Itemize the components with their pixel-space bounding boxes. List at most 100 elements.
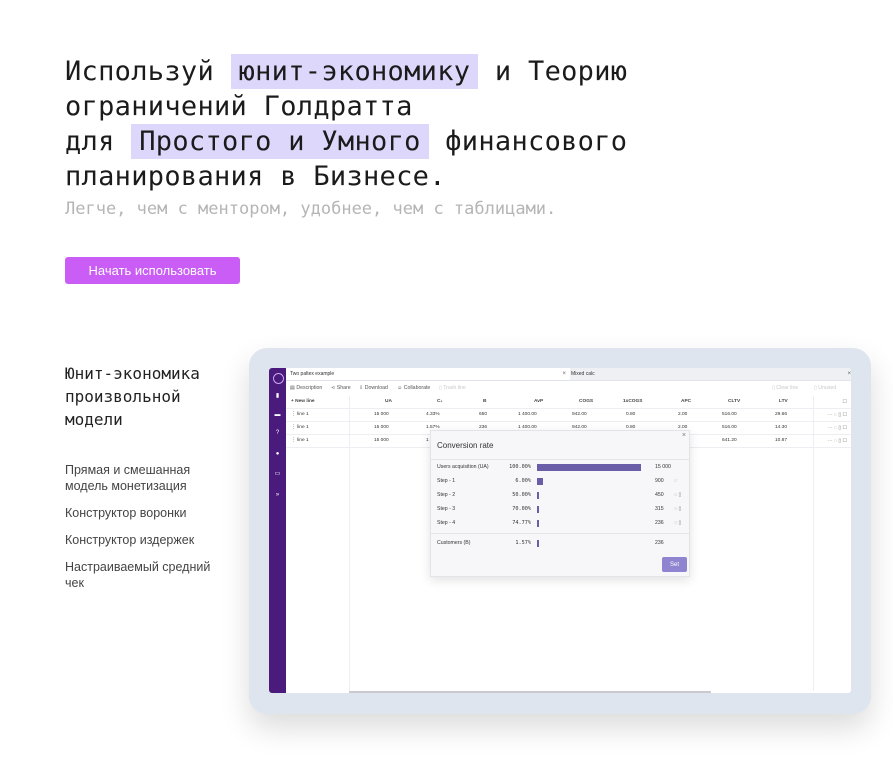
column-header[interactable]: C₁ [437,396,442,408]
user-icon[interactable]: ● [274,451,281,458]
close-icon[interactable]: × [562,368,566,380]
row-actions[interactable]: ⋯ ◌ ▯ ☐ [828,409,847,421]
hero-heading: Используй юнит-экономику и Теорию ограни… [65,54,685,194]
table-row[interactable]: ⋮ line 1 15 000 4.33% 650 1 400.00 942.0… [286,409,851,422]
start-using-button[interactable]: Начать использовать [65,257,240,284]
cell[interactable]: 15 000 [374,422,389,434]
funnel-label: Step - 1 [437,478,456,484]
cell[interactable]: 516.00 [722,409,737,421]
row-name[interactable]: ⋮ line 1 [291,435,309,447]
cell[interactable]: 2.00 [678,409,687,421]
cell[interactable]: 516.00 [722,422,737,434]
cell[interactable]: 15 000 [374,409,389,421]
close-icon[interactable]: × [682,432,686,439]
row-actions[interactable]: ⋯ ◌ ▯ ☐ [828,435,847,447]
new-line-button[interactable]: + New line [291,396,315,408]
column-header[interactable]: LTV [779,396,788,408]
hero-text: для [65,126,132,157]
tab-label: Two paltex example [290,371,335,377]
document-icon[interactable]: ▮ [274,393,281,400]
funnel-bar [537,506,539,513]
cell[interactable]: 1 400.00 [518,409,537,421]
row-icons[interactable]: ◌ ▯ [674,489,681,501]
column-header[interactable]: B [483,396,486,408]
share-label: Share [336,385,351,391]
clear-label: Clear line [776,385,799,391]
column-header[interactable]: UA [385,396,392,408]
row-name[interactable]: ⋮ line 1 [291,409,309,421]
tab-mixed-calc[interactable]: Mixed calc × [567,368,851,380]
cell[interactable]: 15 000 [374,435,389,447]
unused-button[interactable]: ▯ Unused [814,382,836,394]
cell[interactable]: 641.20 [722,435,737,447]
funnel-pct[interactable]: 100.00% [509,461,531,473]
description-button[interactable]: ▤ Description [290,382,322,394]
hero-text: финансового [428,126,628,157]
divider [431,533,689,534]
cell[interactable]: 942.00 [572,409,587,421]
funnel-row: Step - 2 50.00% 450 ◌ ▯ [437,489,685,501]
hero-line-3: для Простого и Умного финансового [65,124,685,159]
cell[interactable]: 0.80 [626,409,635,421]
highlight-simple-smart: Простого и Умного [131,124,429,159]
column-header[interactable]: COGS [579,396,593,408]
folder-icon[interactable]: ▬ [274,412,281,419]
hero-text: и Теорию [478,56,628,87]
share-button[interactable]: ⋖ Share [331,382,351,394]
help-icon[interactable]: ? [274,430,281,437]
cell[interactable]: 650 [479,409,487,421]
column-header[interactable]: APC [681,396,691,408]
features-title: Юнит-экономика произвольной модели [65,364,200,429]
tab-label: Mixed calc [571,371,595,377]
cell[interactable]: 4.33% [426,409,440,421]
hero-line-1: Используй юнит-экономику и Теорию [65,54,685,89]
close-icon[interactable]: × [847,368,851,380]
logo-icon[interactable] [273,373,284,384]
cell[interactable]: 29.66 [775,409,787,421]
row-icons[interactable]: ◌ [674,475,677,487]
cell[interactable]: 10.87 [775,435,787,447]
cell[interactable]: 1 [426,435,429,447]
clear-line-button[interactable]: ▯ Clear line [772,382,798,394]
summary-label: Customers (B) [437,540,471,546]
hero-line-4: планирования в Бизнесе. [65,161,446,192]
feature-item: Конструктор издержек [65,533,195,547]
funnel-value: 450 [655,492,664,498]
column-header[interactable]: 1xCOGS [623,396,642,408]
column-header[interactable]: CLTV [728,396,740,408]
set-button[interactable]: Set [662,557,687,572]
summary-value: 236 [655,540,664,546]
download-button[interactable]: ⇩ Download [359,382,388,394]
funnel-bar [537,520,539,527]
trash-label: Trash line [443,385,466,391]
funnel-pct[interactable]: 70.00% [512,503,531,515]
funnel-pct[interactable]: 74.77% [512,517,531,529]
collaborate-button[interactable]: ☺ Collaborate [397,382,430,394]
tab-two-paltex[interactable]: Two paltex example × [286,368,570,380]
row-actions[interactable]: ⋯ ◌ ▯ ☐ [828,422,847,434]
horizontal-scrollbar[interactable] [349,691,711,693]
funnel-pct[interactable]: 6.00% [515,475,531,487]
column-header[interactable]: AvP [534,396,543,408]
funnel-label: Step - 4 [437,520,456,526]
table-icon[interactable]: ▭ [274,471,281,478]
app-sidebar: ▮ ▬ ? ● ▭ » [269,368,286,693]
funnel-bar [537,464,641,471]
funnel-bar [537,492,539,499]
divider [431,459,689,460]
conversion-rate-modal: Conversion rate × Users acquisition (UA)… [430,430,690,577]
funnel-value: 15 000 [655,464,671,470]
cell[interactable]: 14.30 [775,422,787,434]
trash-line-button[interactable]: ▯ Trash line [439,382,466,394]
funnel-pct[interactable]: 50.00% [512,489,531,501]
row-name[interactable]: ⋮ line 1 [291,422,309,434]
expand-icon[interactable]: » [274,492,281,499]
hero-text: Используй [65,56,231,87]
funnel-row: Step - 1 6.00% 900 ◌ [437,475,685,487]
funnel-row: Users acquisition (UA) 100.00% 15 000 [437,461,685,473]
feature-item: Конструктор воронки [65,506,187,520]
highlight-unit-economics: юнит-экономику [230,54,479,89]
row-icons[interactable]: ◌ ▯ [674,517,681,529]
row-icons[interactable]: ◌ ▯ [674,503,681,515]
select-all-checkbox[interactable]: ☐ [843,396,847,408]
